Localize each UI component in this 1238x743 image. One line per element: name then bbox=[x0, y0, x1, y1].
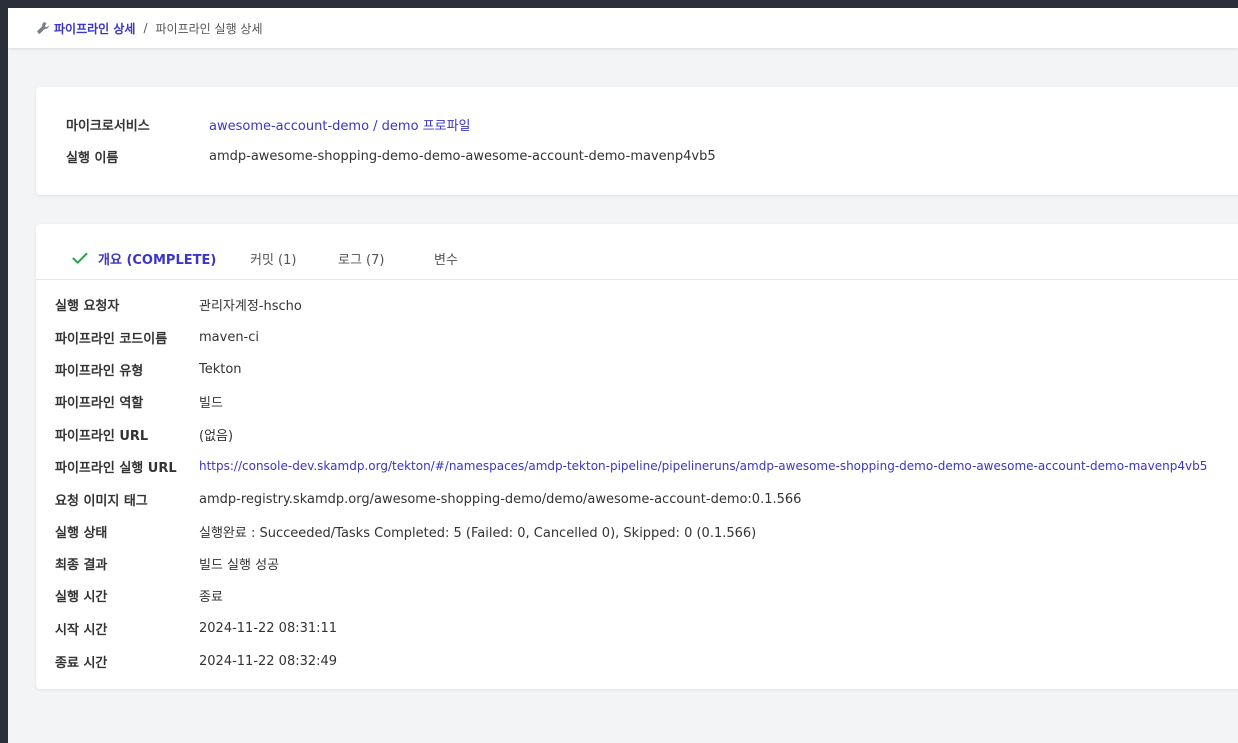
tab-commits[interactable]: 커밋 (1) bbox=[250, 248, 296, 268]
detail-label: 파이프라인 코드이름 bbox=[55, 331, 168, 347]
detail-row-status: 실행 상태 실행완료 : Succeeded/Tasks Completed: … bbox=[55, 521, 756, 541]
microservice-label: 마이크로서비스 bbox=[66, 118, 150, 134]
detail-row-end-time: 종료 시간 2024-11-22 08:32:49 bbox=[55, 651, 337, 671]
detail-label: 파이프라인 URL bbox=[55, 428, 149, 444]
detail-value: (없음) bbox=[199, 428, 234, 444]
detail-value: 종료 bbox=[199, 589, 223, 605]
breadcrumb-current: 파이프라인 실행 상세 bbox=[155, 21, 263, 36]
detail-card: 개요 (COMPLETE) 커밋 (1) 로그 (7) 변수 실행 요청자 관리… bbox=[36, 224, 1238, 689]
detail-value: 2024-11-22 08:31:11 bbox=[199, 620, 338, 636]
detail-label: 최종 결과 bbox=[55, 557, 108, 573]
breadcrumb: 파이프라인 상세 / 파이프라인 실행 상세 bbox=[8, 8, 1238, 48]
detail-row-code-name: 파이프라인 코드이름 maven-ci bbox=[55, 327, 259, 347]
main-content: 파이프라인 상세 / 파이프라인 실행 상세 마이크로서비스 awesome-a… bbox=[8, 8, 1238, 743]
detail-value: 2024-11-22 08:32:49 bbox=[199, 653, 338, 669]
detail-value: 관리자계정-hscho bbox=[199, 298, 302, 314]
detail-row-result: 최종 결과 빌드 실행 성공 bbox=[55, 553, 279, 573]
detail-label: 파이프라인 유형 bbox=[55, 363, 144, 379]
detail-value: Tekton bbox=[199, 361, 242, 377]
detail-label: 요청 이미지 태그 bbox=[55, 493, 148, 509]
detail-label: 파이프라인 역할 bbox=[55, 395, 144, 411]
window-top-bar bbox=[0, 0, 1238, 8]
detail-label: 실행 요청자 bbox=[55, 298, 120, 314]
tab-variables[interactable]: 변수 bbox=[434, 248, 458, 268]
tab-overview-label: 개요 (COMPLETE) bbox=[98, 252, 217, 268]
tab-logs-label: 로그 (7) bbox=[338, 252, 385, 268]
detail-label: 실행 시간 bbox=[55, 589, 108, 605]
breadcrumb-parent-link[interactable]: 파이프라인 상세 bbox=[54, 20, 135, 37]
detail-row-pipeline-url: 파이프라인 URL (없음) bbox=[55, 424, 233, 444]
tab-variables-label: 변수 bbox=[434, 252, 458, 268]
pipeline-run-url-link[interactable]: https://console-dev.skamdp.org/tekton/#/… bbox=[199, 459, 1207, 473]
detail-value: maven-ci bbox=[199, 329, 260, 345]
tab-bar: 개요 (COMPLETE) 커밋 (1) 로그 (7) 변수 bbox=[36, 224, 1238, 280]
detail-row-role: 파이프라인 역할 빌드 bbox=[55, 391, 223, 411]
run-name-label: 실행 이름 bbox=[66, 150, 119, 166]
detail-value: 실행완료 : Succeeded/Tasks Completed: 5 (Fai… bbox=[199, 525, 757, 541]
detail-row-duration: 실행 시간 종료 bbox=[55, 585, 223, 605]
wrench-icon bbox=[36, 21, 50, 35]
detail-row-image-tag: 요청 이미지 태그 amdp-registry.skamdp.org/aweso… bbox=[55, 489, 801, 509]
detail-value: amdp-registry.skamdp.org/awesome-shoppin… bbox=[199, 491, 802, 507]
detail-row-type: 파이프라인 유형 Tekton bbox=[55, 359, 242, 379]
microservice-link[interactable]: awesome-account-demo / demo 프로파일 bbox=[209, 115, 471, 134]
detail-label: 시작 시간 bbox=[55, 622, 108, 638]
detail-label: 파이프라인 실행 URL bbox=[55, 460, 177, 476]
breadcrumb-separator: / bbox=[143, 21, 148, 35]
detail-row-run-url: 파이프라인 실행 URL https://console-dev.skamdp.… bbox=[55, 456, 1207, 476]
summary-card: 마이크로서비스 awesome-account-demo / demo 프로파일… bbox=[36, 87, 1238, 195]
check-icon bbox=[71, 249, 89, 267]
microservice-row: 마이크로서비스 awesome-account-demo / demo 프로파일 bbox=[66, 114, 471, 134]
detail-label: 종료 시간 bbox=[55, 655, 108, 671]
detail-row-start-time: 시작 시간 2024-11-22 08:31:11 bbox=[55, 618, 337, 638]
detail-value: 빌드 bbox=[199, 395, 223, 411]
detail-row-requester: 실행 요청자 관리자계정-hscho bbox=[55, 294, 302, 314]
run-name-row: 실행 이름 amdp-awesome-shopping-demo-demo-aw… bbox=[66, 146, 716, 166]
run-name-value: amdp-awesome-shopping-demo-demo-awesome-… bbox=[209, 148, 716, 164]
window-left-bar bbox=[0, 0, 8, 743]
detail-label: 실행 상태 bbox=[55, 525, 108, 541]
tab-commits-label: 커밋 (1) bbox=[250, 252, 297, 268]
detail-value: 빌드 실행 성공 bbox=[199, 557, 280, 573]
tab-overview[interactable]: 개요 (COMPLETE) bbox=[71, 248, 216, 268]
tab-logs[interactable]: 로그 (7) bbox=[338, 248, 384, 268]
